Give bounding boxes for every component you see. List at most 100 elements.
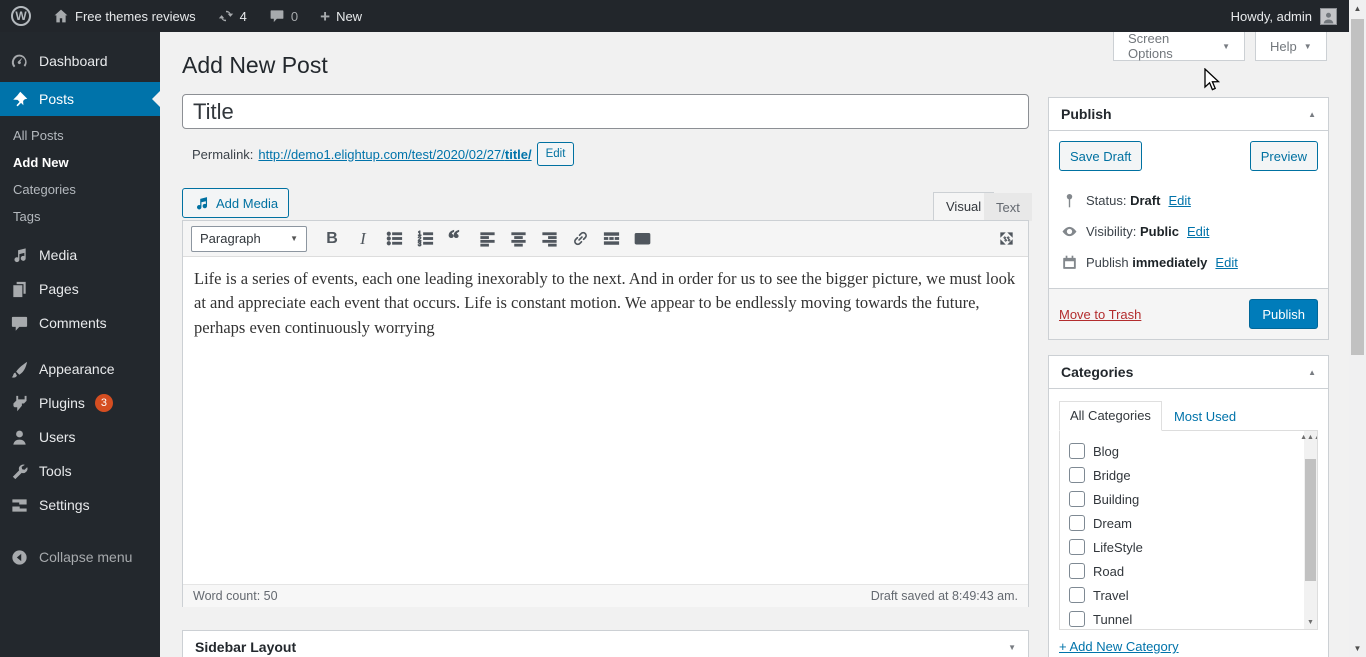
- bold-button[interactable]: [318, 226, 346, 252]
- category-list-scrollbar[interactable]: ▲ ▼: [1304, 431, 1317, 629]
- align-left-icon: [478, 229, 497, 248]
- italic-button[interactable]: [349, 226, 377, 252]
- category-item: Blog: [1069, 439, 1297, 463]
- submenu-add-new[interactable]: Add New: [0, 149, 160, 176]
- sidebar-item-appearance[interactable]: Appearance: [0, 352, 160, 386]
- category-checkbox[interactable]: [1069, 443, 1085, 459]
- media-icon: [10, 246, 29, 265]
- sidebar-item-comments[interactable]: Comments: [0, 306, 160, 340]
- category-label: Building: [1093, 492, 1139, 507]
- avatar[interactable]: [1320, 8, 1337, 25]
- post-content-editor[interactable]: Life is a series of events, each one lea…: [183, 257, 1028, 584]
- read-more-button[interactable]: [597, 226, 625, 252]
- sidebar-item-settings[interactable]: Settings: [0, 488, 160, 522]
- comments-link[interactable]: 0: [258, 0, 309, 32]
- scroll-down-icon[interactable]: ▼: [1304, 616, 1317, 629]
- edit-visibility-link[interactable]: Edit: [1187, 224, 1209, 239]
- sidebar-layout-header[interactable]: Sidebar Layout: [183, 631, 1028, 657]
- blockquote-button[interactable]: “: [442, 226, 470, 252]
- sidebar-item-label: Media: [39, 247, 77, 263]
- insert-link-button[interactable]: [566, 226, 594, 252]
- scrollbar-thumb[interactable]: [1351, 19, 1364, 355]
- site-name-link[interactable]: Free themes reviews: [42, 0, 207, 32]
- sidebar-item-users[interactable]: Users: [0, 420, 160, 454]
- permalink-link[interactable]: http://demo1.elightup.com/test/2020/02/2…: [258, 147, 531, 162]
- edit-schedule-link[interactable]: Edit: [1215, 255, 1237, 270]
- category-label: LifeStyle: [1093, 540, 1143, 555]
- add-new-category-link[interactable]: + Add New Category: [1059, 639, 1179, 654]
- category-checkbox[interactable]: [1069, 539, 1085, 555]
- sidebar-item-media[interactable]: Media: [0, 238, 160, 272]
- category-checkbox[interactable]: [1069, 563, 1085, 579]
- chevron-down-icon: [1304, 42, 1312, 51]
- edit-status-link[interactable]: Edit: [1168, 193, 1190, 208]
- align-left-button[interactable]: [473, 226, 501, 252]
- preview-button[interactable]: Preview: [1250, 141, 1318, 171]
- sidebar-item-posts[interactable]: Posts: [0, 82, 160, 116]
- category-checkbox[interactable]: [1069, 491, 1085, 507]
- sidebar-item-tools[interactable]: Tools: [0, 454, 160, 488]
- sidebar-item-label: Appearance: [39, 361, 115, 377]
- publish-button[interactable]: Publish: [1249, 299, 1318, 329]
- new-content-menu[interactable]: New: [309, 0, 373, 32]
- help-tab[interactable]: Help: [1255, 32, 1327, 61]
- howdy-account-link[interactable]: Howdy, admin: [1231, 0, 1312, 32]
- toggle-panel-icon[interactable]: [1008, 643, 1016, 652]
- submenu-categories[interactable]: Categories: [0, 176, 160, 203]
- category-tabs: All Categories Most Used: [1059, 399, 1318, 430]
- bullet-list-button[interactable]: [380, 226, 408, 252]
- svg-text:3: 3: [417, 241, 421, 248]
- scrollbar-thumb[interactable]: [1305, 459, 1316, 581]
- user-silhouette-icon: [1322, 11, 1335, 24]
- toggle-panel-icon[interactable]: [1308, 368, 1316, 377]
- editor-statusbar: Word count: 50 Draft saved at 8:49:43 am…: [183, 584, 1028, 607]
- screen-options-tab[interactable]: Screen Options: [1113, 32, 1245, 61]
- align-center-button[interactable]: [504, 226, 532, 252]
- collapse-menu-button[interactable]: Collapse menu: [0, 540, 160, 574]
- category-label: Bridge: [1093, 468, 1131, 483]
- tab-most-used[interactable]: Most Used: [1162, 403, 1248, 430]
- publish-header[interactable]: Publish: [1049, 98, 1328, 131]
- blockquote-icon: “: [447, 229, 466, 248]
- tab-text[interactable]: Text: [984, 193, 1032, 221]
- category-item: Tunnel: [1069, 607, 1297, 630]
- tab-all-categories[interactable]: All Categories: [1059, 401, 1162, 431]
- sidebar-item-plugins[interactable]: Plugins 3: [0, 386, 160, 420]
- updates-link[interactable]: 4: [207, 0, 258, 32]
- submenu-all-posts[interactable]: All Posts: [0, 122, 160, 149]
- toolbar-toggle-button[interactable]: [628, 226, 656, 252]
- category-checkbox[interactable]: [1069, 611, 1085, 627]
- admin-bar: Free themes reviews 4 0 New Howdy, admin: [0, 0, 1349, 32]
- wp-logo-menu[interactable]: [0, 0, 42, 32]
- sidebar-item-label: Plugins: [39, 395, 85, 411]
- categories-header[interactable]: Categories: [1049, 356, 1328, 389]
- permalink-edit-button[interactable]: Edit: [537, 142, 575, 166]
- save-draft-button[interactable]: Save Draft: [1059, 141, 1142, 171]
- paragraph-format-select[interactable]: Paragraph: [191, 226, 307, 252]
- scroll-up-icon[interactable]: [1349, 0, 1366, 17]
- editor: Paragraph 123 “: [182, 220, 1029, 607]
- menu-separator: [0, 340, 160, 352]
- post-title-input[interactable]: [182, 94, 1029, 129]
- page-scrollbar[interactable]: [1349, 0, 1366, 657]
- dashboard-icon: [10, 52, 29, 71]
- scroll-down-icon[interactable]: [1349, 640, 1366, 657]
- move-to-trash-link[interactable]: Move to Trash: [1059, 307, 1141, 322]
- add-media-button[interactable]: Add Media: [182, 188, 289, 218]
- align-right-button[interactable]: [535, 226, 563, 252]
- category-label: Road: [1093, 564, 1124, 579]
- sidebar-layout-title: Sidebar Layout: [195, 639, 296, 655]
- word-count: Word count: 50: [193, 589, 278, 603]
- permalink-row: Permalink: http://demo1.elightup.com/tes…: [192, 142, 574, 166]
- collapse-icon: [10, 548, 29, 567]
- distraction-free-button[interactable]: [992, 226, 1020, 252]
- toggle-panel-icon[interactable]: [1308, 110, 1316, 119]
- category-checkbox[interactable]: [1069, 515, 1085, 531]
- numbered-list-button[interactable]: 123: [411, 226, 439, 252]
- category-checkbox[interactable]: [1069, 587, 1085, 603]
- sidebar-item-dashboard[interactable]: Dashboard: [0, 44, 160, 78]
- category-checkbox[interactable]: [1069, 467, 1085, 483]
- sidebar-item-pages[interactable]: Pages: [0, 272, 160, 306]
- submenu-tags[interactable]: Tags: [0, 203, 160, 230]
- scroll-up-icon[interactable]: ▲: [1304, 431, 1317, 444]
